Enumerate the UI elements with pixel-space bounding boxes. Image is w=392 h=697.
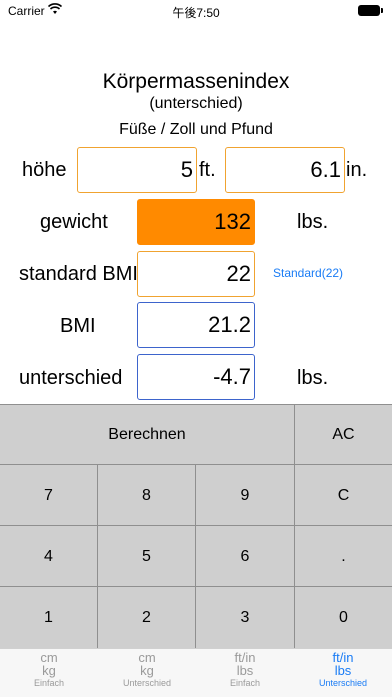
tab-bar: cm kg Einfach cm kg Unterschied ft/in lb… — [0, 648, 392, 697]
weight-field[interactable]: 132 — [137, 199, 255, 245]
bmi-result-field: 21.2 — [137, 302, 255, 348]
tab-cm-kg-difference[interactable]: cm kg Unterschied — [98, 651, 196, 689]
weight-label: gewicht — [40, 211, 108, 233]
clear-button[interactable]: C — [295, 465, 392, 526]
key-8[interactable]: 8 — [98, 465, 196, 526]
inches-unit-label: in. — [346, 159, 368, 181]
decimal-point-button[interactable]: . — [295, 526, 392, 587]
all-clear-button[interactable]: AC — [295, 405, 392, 465]
page-title: Körpermassenindex — [102, 70, 290, 93]
tab-caption: Einfach — [33, 678, 65, 688]
tab-caption: Unterschied — [122, 678, 172, 688]
standard-bmi-label: standard BMI — [19, 263, 138, 285]
height-label: höhe — [22, 159, 67, 181]
weight-unit-label: lbs. — [297, 211, 329, 233]
key-6[interactable]: 6 — [196, 526, 295, 587]
keypad: Berechnen AC 7 8 9 C 4 5 6 . 1 2 3 0 — [0, 404, 392, 648]
height-inches-field[interactable]: 6.1 — [225, 147, 345, 193]
key-3[interactable]: 3 — [196, 587, 295, 648]
tab-ftin-lbs-simple[interactable]: ft/in lbs Einfach — [196, 651, 294, 689]
tab-line-2: lbs — [236, 663, 254, 678]
height-feet-field[interactable]: 5 — [77, 147, 197, 193]
page-subtitle: (unterschied) — [149, 95, 243, 112]
key-1[interactable]: 1 — [0, 587, 98, 648]
key-4[interactable]: 4 — [0, 526, 98, 587]
status-bar: Carrier 午後7:50 — [0, 0, 392, 22]
calculate-button[interactable]: Berechnen — [0, 405, 295, 465]
standard-bmi-field[interactable]: 22 — [137, 251, 255, 297]
key-7[interactable]: 7 — [0, 465, 98, 526]
battery-icon — [358, 5, 383, 16]
standard-bmi-link[interactable]: Standard(22) — [273, 266, 343, 280]
tab-line-2: kg — [42, 663, 56, 678]
tab-caption: Einfach — [229, 678, 261, 688]
tab-line-2: kg — [140, 663, 154, 678]
key-9[interactable]: 9 — [196, 465, 295, 526]
difference-label: unterschied — [19, 367, 123, 389]
bmi-label: BMI — [60, 315, 96, 337]
tab-ftin-lbs-difference[interactable]: ft/in lbs Unterschied — [294, 651, 392, 689]
tab-line-2: lbs — [334, 663, 352, 678]
key-2[interactable]: 2 — [98, 587, 196, 648]
tab-cm-kg-simple[interactable]: cm kg Einfach — [0, 651, 98, 689]
feet-unit-label: ft. — [199, 159, 216, 181]
key-0[interactable]: 0 — [295, 587, 392, 648]
tab-caption: Unterschied — [318, 678, 368, 688]
clock: 午後7:50 — [172, 6, 220, 20]
key-5[interactable]: 5 — [98, 526, 196, 587]
difference-unit-label: lbs. — [297, 367, 329, 389]
unit-system-label: Füße / Zoll und Pfund — [119, 121, 273, 138]
difference-result-field: -4.7 — [137, 354, 255, 400]
